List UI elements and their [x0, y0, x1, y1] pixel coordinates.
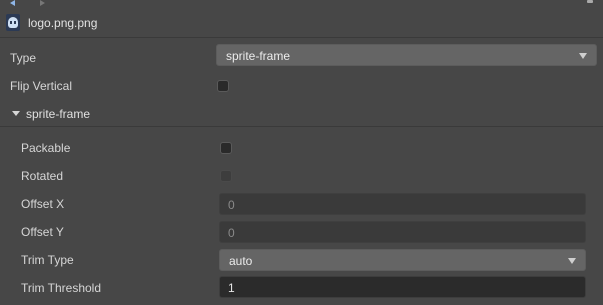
trim-type-select-value: auto	[229, 254, 253, 268]
offset-x-value: 0	[228, 198, 235, 212]
flip-vertical-label: Flip Vertical	[10, 79, 73, 93]
panel-menu-icon[interactable]	[587, 0, 593, 3]
flip-vertical-checkbox[interactable]	[217, 80, 229, 92]
offset-y-row: Offset Y 0	[0, 218, 603, 246]
packable-row: Packable	[0, 134, 603, 162]
offset-x-input[interactable]: 0	[219, 193, 586, 215]
flip-vertical-row: Flip Vertical	[0, 72, 603, 100]
panel-toolbar	[0, 0, 603, 6]
asset-file-name: logo.png.png	[28, 16, 98, 30]
offset-y-value: 0	[228, 226, 235, 240]
fold-arrow-icon[interactable]	[12, 111, 20, 116]
trim-threshold-value: 1	[228, 281, 235, 295]
trim-threshold-label: Trim Threshold	[21, 281, 102, 295]
back-arrow-icon[interactable]	[10, 0, 15, 6]
dropdown-caret-icon	[579, 53, 587, 59]
dropdown-caret-icon	[568, 258, 576, 264]
trim-threshold-input[interactable]: 1	[219, 276, 586, 298]
rotated-row: Rotated	[0, 162, 603, 190]
image-asset-icon	[6, 14, 20, 31]
section-divider	[0, 126, 603, 127]
type-row: Type sprite-frame	[0, 44, 603, 72]
offset-y-label: Offset Y	[21, 225, 64, 239]
rotated-label: Rotated	[21, 169, 64, 183]
offset-y-input[interactable]: 0	[219, 221, 586, 243]
offset-x-label: Offset X	[21, 197, 65, 211]
forward-arrow-icon[interactable]	[40, 0, 45, 6]
rotated-checkbox	[220, 170, 232, 182]
trim-type-row: Trim Type auto	[0, 246, 603, 274]
trim-type-label: Trim Type	[21, 253, 74, 267]
type-label: Type	[10, 51, 37, 65]
sprite-frame-section-title: sprite-frame	[26, 107, 91, 121]
header-divider	[0, 37, 603, 38]
packable-label: Packable	[21, 141, 71, 155]
type-select-value: sprite-frame	[226, 49, 291, 63]
packable-checkbox[interactable]	[220, 142, 232, 154]
trim-type-select[interactable]: auto	[219, 249, 586, 271]
sprite-frame-section-header[interactable]: sprite-frame	[0, 100, 603, 128]
asset-header: logo.png.png	[0, 8, 603, 36]
offset-x-row: Offset X 0	[0, 190, 603, 218]
trim-threshold-row: Trim Threshold 1	[0, 274, 603, 302]
type-select[interactable]: sprite-frame	[216, 44, 597, 66]
inspector-panel: logo.png.png Type sprite-frame Flip Vert…	[0, 0, 603, 305]
